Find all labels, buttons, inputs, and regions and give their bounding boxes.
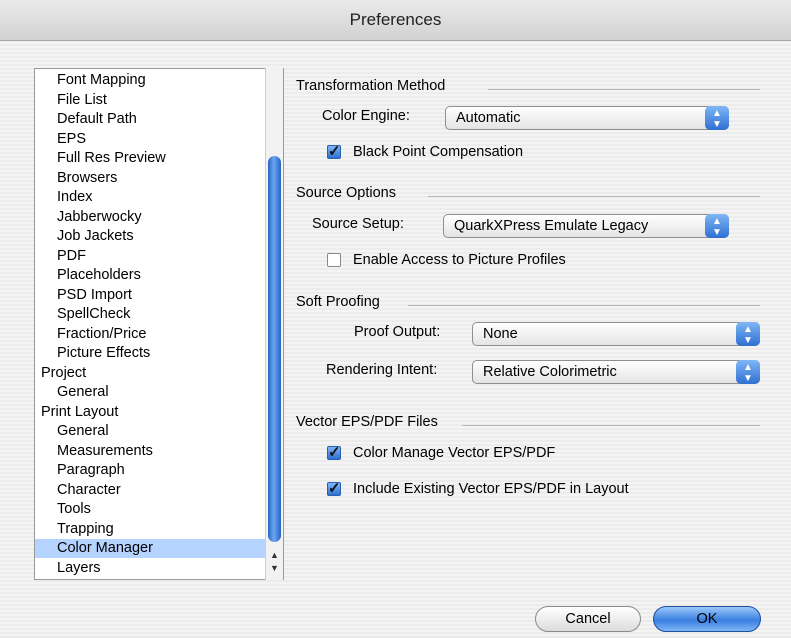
sidebar-item[interactable]: EPS (35, 130, 267, 149)
scroll-up-arrow-icon[interactable]: ▲ (270, 550, 279, 560)
proof-output-popup[interactable]: None ▲ ▼ (472, 322, 760, 346)
black-point-checkbox[interactable]: ✓ (327, 143, 341, 160)
preferences-category-list[interactable]: Font Mapping File List Default Path EPS Full… (34, 68, 284, 580)
sidebar-item[interactable]: Layers (35, 559, 267, 578)
black-point-label: Black Point Compensation (353, 144, 524, 160)
sidebar-item[interactable]: Index (35, 188, 267, 207)
scrollbar-thumb[interactable] (268, 156, 281, 542)
sidebar-item[interactable]: Fraction/Price (35, 325, 267, 344)
include-existing-vector-checkbox[interactable]: ✓ (327, 480, 341, 497)
sidebar-item[interactable]: General (35, 383, 267, 402)
sidebar-item[interactable]: Full Res Preview (35, 149, 267, 168)
sidebar-item[interactable]: File List (35, 91, 267, 110)
enable-access-checkbox[interactable] (327, 253, 341, 267)
sidebar-item[interactable]: Project (35, 364, 267, 383)
section-divider (462, 425, 760, 426)
color-engine-popup[interactable]: Automatic ▲ ▼ (445, 106, 729, 130)
source-setup-label: Source Setup: (312, 216, 404, 232)
sidebar-item[interactable]: Print Layout (35, 403, 267, 422)
list-scrollbar[interactable]: ▲ ▼ (265, 68, 283, 580)
checkmark-icon: ✓ (328, 143, 341, 160)
proof-output-value: None (483, 326, 518, 342)
vector-eps-pdf-heading: Vector EPS/PDF Files (296, 414, 438, 430)
sidebar-item[interactable]: Jabberwocky (35, 208, 267, 227)
sidebar-item[interactable]: Job Jackets (35, 227, 267, 246)
ok-button[interactable]: OK (653, 606, 761, 632)
section-divider (488, 89, 760, 90)
sidebar-item[interactable]: Placeholders (35, 266, 267, 285)
include-existing-vector-label: Include Existing Vector EPS/PDF in Layou… (353, 481, 629, 497)
transformation-method-heading: Transformation Method (296, 78, 446, 94)
section-divider (408, 305, 760, 306)
sidebar-item[interactable]: Paragraph (35, 461, 267, 480)
color-engine-value: Automatic (456, 110, 521, 126)
source-options-heading: Source Options (296, 185, 396, 201)
enable-access-label: Enable Access to Picture Profiles (353, 252, 566, 268)
window-title: Preferences (0, 0, 791, 41)
soft-proofing-heading: Soft Proofing (296, 294, 380, 310)
scroll-down-arrow-icon[interactable]: ▼ (270, 563, 279, 573)
color-manage-vector-label: Color Manage Vector EPS/PDF (353, 445, 556, 461)
sidebar-item[interactable]: Default Path (35, 110, 267, 129)
proof-output-label: Proof Output: (354, 324, 441, 340)
color-engine-label: Color Engine: (322, 108, 410, 124)
popup-arrows-icon: ▲ ▼ (705, 214, 729, 238)
rendering-intent-popup[interactable]: Relative Colorimetric ▲ ▼ (472, 360, 760, 384)
cancel-button[interactable]: Cancel (535, 606, 641, 632)
source-setup-popup[interactable]: QuarkXPress Emulate Legacy ▲ ▼ (443, 214, 729, 238)
rendering-intent-label: Rendering Intent: (326, 362, 438, 378)
sidebar-item[interactable]: PSD Import (35, 286, 267, 305)
checkmark-icon: ✓ (328, 480, 341, 497)
sidebar-item[interactable]: Font Mapping (35, 71, 267, 90)
color-manage-vector-checkbox[interactable]: ✓ (327, 444, 341, 461)
popup-arrows-icon: ▲ ▼ (736, 360, 760, 384)
sidebar-item[interactable]: Measurements (35, 442, 267, 461)
sidebar-item[interactable]: Browsers (35, 169, 267, 188)
sidebar-item[interactable]: Trapping (35, 520, 267, 539)
section-divider (428, 196, 760, 197)
popup-arrows-icon: ▲ ▼ (736, 322, 760, 346)
source-setup-value: QuarkXPress Emulate Legacy (454, 218, 649, 234)
sidebar-item[interactable]: General (35, 422, 267, 441)
sidebar-item[interactable]: Character (35, 481, 267, 500)
sidebar-item[interactable]: Color Manager (35, 539, 267, 558)
popup-arrows-icon: ▲ ▼ (705, 106, 729, 130)
rendering-intent-value: Relative Colorimetric (483, 364, 617, 380)
sidebar-item[interactable]: SpellCheck (35, 305, 267, 324)
checkmark-icon: ✓ (328, 444, 341, 461)
sidebar-item[interactable]: PDF (35, 247, 267, 266)
sidebar-item[interactable]: Picture Effects (35, 344, 267, 363)
sidebar-item[interactable]: Tools (35, 500, 267, 519)
